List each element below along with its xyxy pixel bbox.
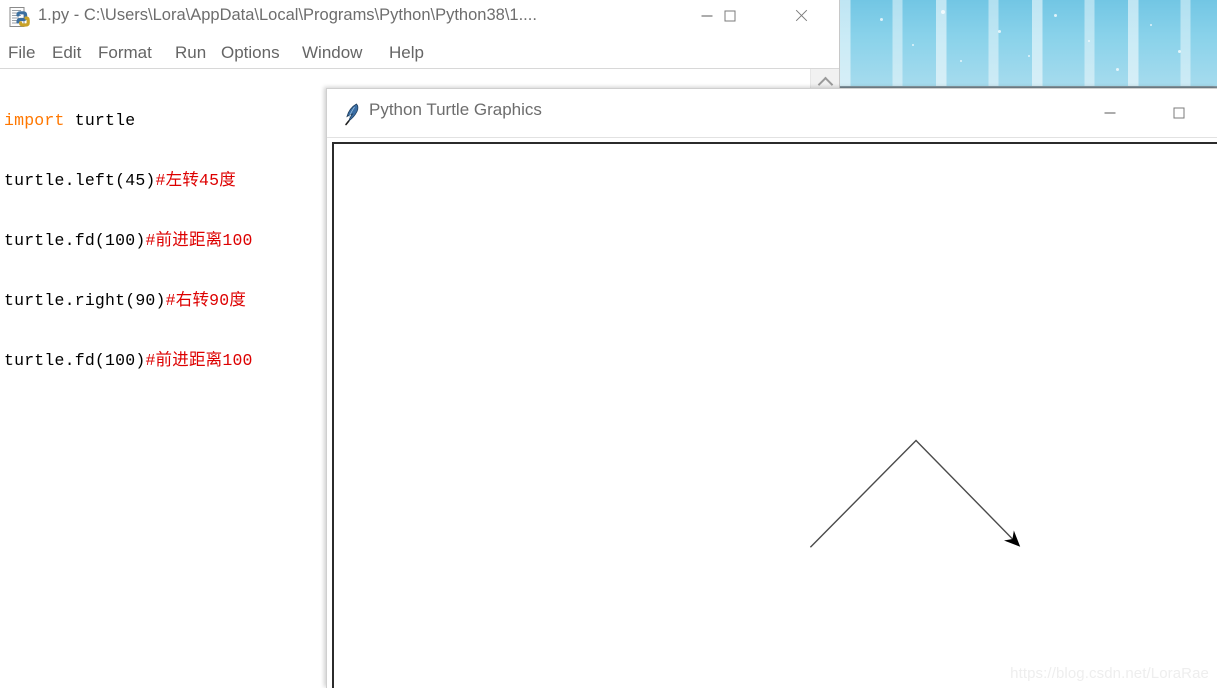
menu-options[interactable]: Options: [221, 38, 280, 68]
code-text: turtle.right(90): [4, 291, 166, 310]
code-comment: #前进距离100: [145, 231, 253, 250]
turtle-path-line: [809, 439, 1018, 548]
menu-run[interactable]: Run: [175, 38, 206, 68]
code-comment: #右转90度: [165, 291, 247, 310]
menu-help[interactable]: Help: [389, 38, 424, 68]
idle-menubar: File Edit Format Run Options Window Help: [0, 38, 839, 69]
close-icon: [794, 9, 808, 23]
turtle-window-title: Python Turtle Graphics: [369, 100, 542, 119]
menu-edit[interactable]: Edit: [52, 38, 81, 68]
idle-titlebar[interactable]: 1.py - C:\Users\Lora\AppData\Local\Progr…: [0, 0, 839, 38]
menu-window[interactable]: Window: [302, 38, 362, 68]
code-text: turtle: [64, 111, 136, 130]
wallpaper: [840, 0, 1217, 90]
code-comment: #前进距离100: [145, 351, 253, 370]
code-comment: #左转45度: [155, 171, 236, 190]
code-keyword: import: [4, 111, 65, 130]
maximize-icon: [724, 10, 736, 22]
python-feather-icon: [343, 102, 365, 126]
menu-format[interactable]: Format: [98, 38, 152, 68]
turtle-titlebar[interactable]: Python Turtle Graphics: [327, 89, 1217, 138]
code-text: turtle.fd(100): [4, 231, 146, 250]
python-file-icon: [8, 6, 32, 30]
turtle-graphics-window: Python Turtle Graphics https://blog.csdn…: [326, 88, 1217, 688]
minimize-icon: [1104, 112, 1116, 114]
watermark-text: https://blog.csdn.net/LoraRae: [1010, 665, 1209, 682]
code-text: turtle.left(45): [4, 171, 156, 190]
turtle-drawing-canvas[interactable]: [334, 144, 1217, 688]
turtle-maximize-button[interactable]: [1156, 97, 1202, 129]
turtle-canvas-frame: https://blog.csdn.net/LoraRae: [332, 142, 1217, 688]
menu-file[interactable]: File: [8, 38, 35, 68]
code-text: turtle.fd(100): [4, 351, 146, 370]
idle-window-title: 1.py - C:\Users\Lora\AppData\Local\Progr…: [38, 6, 537, 24]
idle-maximize-button[interactable]: [707, 0, 753, 32]
turtle-minimize-button[interactable]: [1087, 97, 1133, 129]
maximize-icon: [1173, 107, 1185, 119]
idle-close-button[interactable]: [778, 0, 824, 32]
